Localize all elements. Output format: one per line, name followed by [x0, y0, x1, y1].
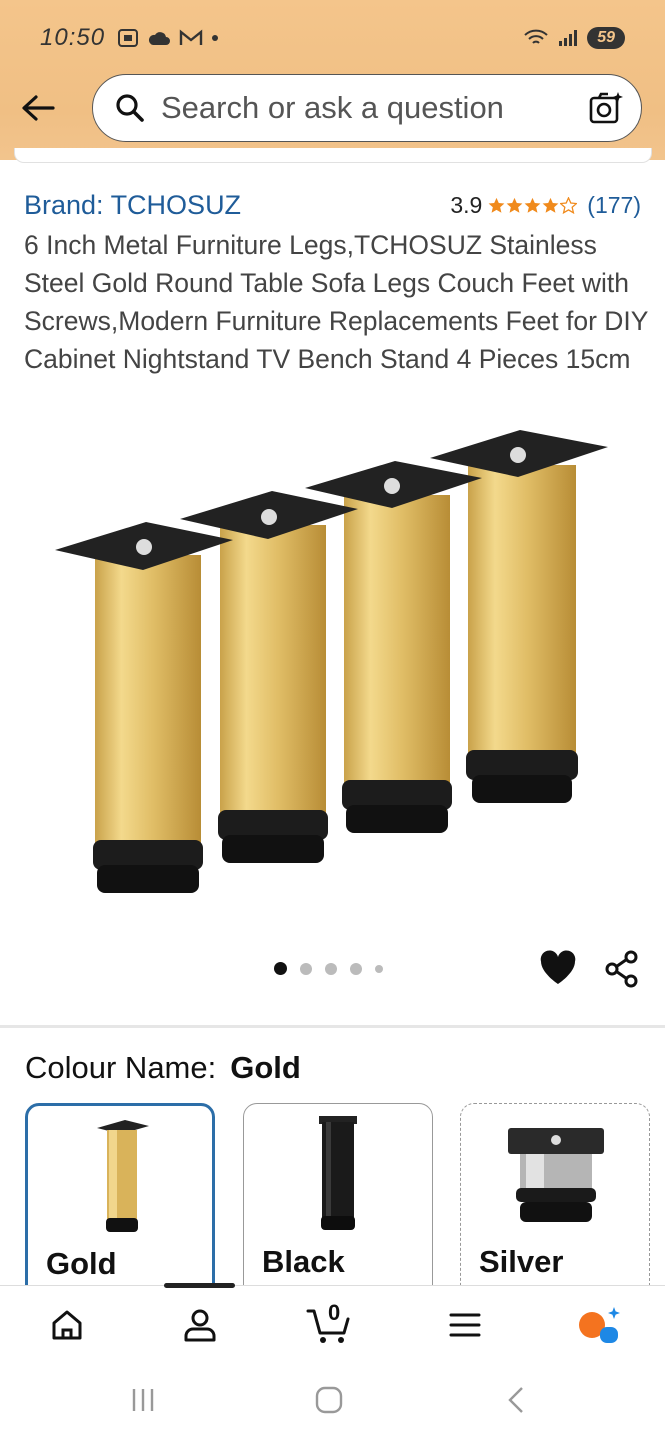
star-empty-icon: [560, 197, 578, 214]
star-full-icon: [524, 197, 541, 213]
carousel-dot: [375, 964, 383, 973]
search-placeholder: Search or ask a question: [161, 90, 504, 125]
cart-count: 0: [328, 1300, 341, 1325]
signal-icon: [559, 30, 578, 46]
colour-option-label: Gold: [46, 1246, 117, 1281]
section-divider: [0, 1025, 665, 1028]
app-header: 10:50 59 Search or ask a question: [0, 0, 665, 163]
carousel-dot: [300, 962, 312, 975]
wifi-icon: [524, 29, 548, 44]
colour-option-silver[interactable]: Silver: [460, 1103, 650, 1303]
recent-apps-icon: [132, 1389, 154, 1411]
camera-search-icon[interactable]: [589, 91, 623, 125]
screenshot-icon: [118, 29, 139, 47]
status-bar: 10:50 59: [40, 18, 625, 58]
star-rating: [488, 197, 578, 214]
share-icon[interactable]: [604, 950, 640, 988]
cloud-icon: [148, 32, 171, 45]
system-status: 59: [523, 27, 625, 49]
nav-menu[interactable]: [440, 1300, 490, 1350]
assistant-icon: [579, 1307, 620, 1343]
nav-account[interactable]: [175, 1300, 225, 1350]
menu-icon: [449, 1313, 481, 1337]
colour-option-label: Black: [262, 1244, 345, 1279]
nav-cart[interactable]: 0: [305, 1300, 355, 1350]
colour-option-gold[interactable]: Gold: [25, 1103, 215, 1303]
active-tab-indicator: [164, 1283, 235, 1288]
colour-selected-value: Gold: [230, 1050, 301, 1085]
more-dot-icon: [212, 35, 219, 41]
account-icon: [184, 1309, 216, 1342]
nav-assistant[interactable]: [574, 1300, 624, 1350]
recent-apps-button[interactable]: [123, 1385, 163, 1415]
black-leg-thumbnail: [319, 1116, 357, 1230]
colour-name-row: Colour Name: Gold: [25, 1050, 301, 1086]
home-icon: [52, 1310, 82, 1340]
home-circle-icon: [315, 1386, 343, 1414]
brand-link[interactable]: Brand: TCHOSUZ: [24, 190, 241, 221]
image-carousel-dots[interactable]: [274, 962, 383, 975]
carousel-dot: [350, 962, 362, 975]
notification-icons: [117, 28, 219, 48]
search-icon: [115, 93, 145, 123]
rating[interactable]: 3.9 (177): [450, 192, 641, 219]
back-system-button[interactable]: [496, 1385, 536, 1415]
status-time: 10:50: [40, 24, 106, 51]
colour-label: Colour Name:: [25, 1050, 217, 1085]
nav-home[interactable]: [42, 1300, 92, 1350]
carousel-dot-active: [274, 962, 287, 975]
star-full-icon: [506, 197, 523, 213]
home-system-button[interactable]: [309, 1385, 349, 1415]
product-title: 6 Inch Metal Furniture Legs,TCHOSUZ Stai…: [24, 230, 648, 374]
silver-leg-thumbnail: [508, 1128, 604, 1222]
star-full-icon: [542, 197, 559, 213]
rating-count: (177): [587, 192, 641, 218]
colour-option-black[interactable]: Black: [243, 1103, 433, 1303]
back-arrow-icon: [22, 95, 55, 121]
brand-rating-row: Brand: TCHOSUZ 3.9 (177): [24, 190, 641, 221]
back-chevron-icon: [508, 1387, 523, 1413]
colour-option-label: Silver: [479, 1244, 564, 1279]
search-bar[interactable]: Search or ask a question: [92, 74, 642, 142]
gmail-icon: [179, 29, 203, 45]
battery-level: 59: [587, 27, 625, 49]
wishlist-heart-icon[interactable]: [539, 950, 577, 986]
rating-value: 3.9: [450, 192, 483, 218]
header-strip: [14, 148, 652, 163]
carousel-dot: [325, 962, 337, 975]
gold-leg-thumbnail: [97, 1120, 149, 1232]
product-image[interactable]: [40, 425, 630, 905]
leg-1: [55, 522, 233, 893]
back-button[interactable]: [18, 88, 58, 128]
star-full-icon: [488, 197, 505, 213]
